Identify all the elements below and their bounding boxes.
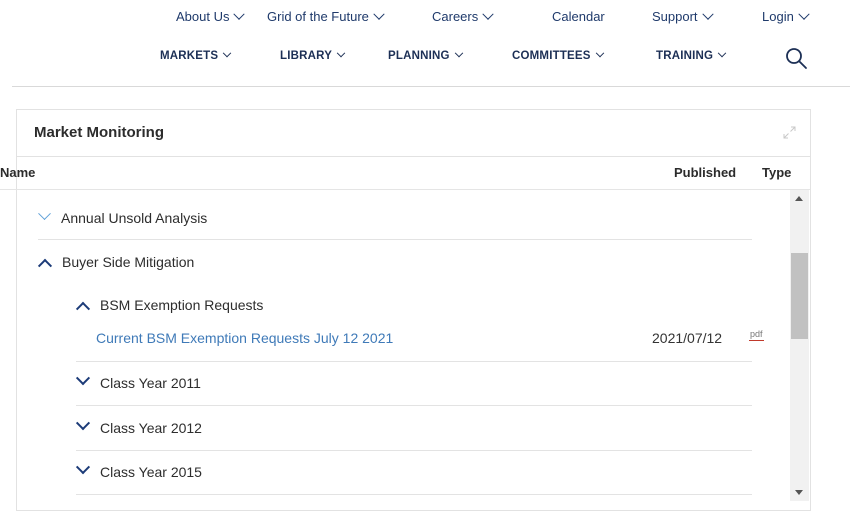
nav-markets-label: MARKETS xyxy=(160,50,219,62)
nav-library[interactable]: LIBRARY xyxy=(280,48,346,62)
chevron-down-icon xyxy=(223,48,232,58)
nav-divider xyxy=(12,86,850,87)
nav-support[interactable]: Support xyxy=(652,8,714,24)
column-name[interactable]: Name xyxy=(0,165,35,180)
panel-title: Market Monitoring xyxy=(34,124,164,141)
chevron-down-icon xyxy=(75,416,91,431)
tree-list: Annual Unsold Analysis Buyer Side Mitiga… xyxy=(0,190,790,501)
tree-item-bsm-exemption-requests[interactable]: BSM Exemption Requests xyxy=(75,297,264,316)
tree-item-label: Annual Unsold Analysis xyxy=(61,210,208,226)
nav-committees[interactable]: COMMITTEES xyxy=(512,48,604,62)
chevron-down-icon xyxy=(75,460,91,475)
row-divider xyxy=(76,450,752,451)
chevron-down-icon xyxy=(454,48,463,58)
tree-item-buyer-side-mitigation[interactable]: Buyer Side Mitigation xyxy=(37,254,195,273)
scroll-down-arrow-icon[interactable] xyxy=(795,490,803,495)
nav-login-label: Login xyxy=(762,9,794,24)
tree-item-label: BSM Exemption Requests xyxy=(100,297,264,313)
nav-committees-label: COMMITTEES xyxy=(512,50,591,62)
chevron-down-icon xyxy=(798,8,810,20)
chevron-down-icon xyxy=(701,8,714,20)
utility-nav: About Us Grid of the Future Careers Cale… xyxy=(0,0,850,36)
nav-library-label: LIBRARY xyxy=(280,50,333,62)
nav-careers[interactable]: Careers xyxy=(432,8,494,24)
tree-item-label: Buyer Side Mitigation xyxy=(62,254,195,270)
pdf-icon[interactable]: pdf xyxy=(749,329,764,341)
chevron-down-icon xyxy=(482,8,494,20)
row-divider xyxy=(76,405,752,406)
expand-icon[interactable] xyxy=(783,126,796,139)
scroll-up-arrow-icon[interactable] xyxy=(795,196,803,201)
nav-about-us[interactable]: About Us xyxy=(176,8,246,24)
tree-item-annual-unsold-analysis[interactable]: Annual Unsold Analysis xyxy=(38,207,208,226)
main-nav: MARKETS LIBRARY PLANNING COMMITTEES TRAI… xyxy=(0,36,850,82)
nav-careers-label: Careers xyxy=(432,9,479,24)
nav-support-label: Support xyxy=(652,9,698,24)
chevron-down-icon xyxy=(233,8,246,20)
nav-markets[interactable]: MARKETS xyxy=(160,48,232,62)
nav-training[interactable]: TRAINING xyxy=(656,48,727,62)
tree-item-class-year-2015[interactable]: Class Year 2015 xyxy=(75,460,202,480)
nav-login[interactable]: Login xyxy=(762,8,810,24)
chevron-up-icon xyxy=(75,301,91,316)
tree-item-class-year-2011[interactable]: Class Year 2011 xyxy=(75,371,201,391)
chevron-down-icon xyxy=(373,8,385,20)
row-divider xyxy=(76,361,752,362)
nav-grid-of-the-future[interactable]: Grid of the Future xyxy=(267,8,385,24)
tree-item-label: Class Year 2015 xyxy=(100,464,202,480)
nav-calendar-label: Calendar xyxy=(552,9,605,24)
scroll-thumb[interactable] xyxy=(791,253,808,339)
chevron-down-icon xyxy=(717,48,727,58)
chevron-down-icon xyxy=(336,48,346,58)
scrollbar[interactable] xyxy=(790,190,809,501)
tree-item-label: Class Year 2012 xyxy=(100,420,202,436)
nav-training-label: TRAINING xyxy=(656,50,714,62)
column-type[interactable]: Type xyxy=(762,165,791,180)
nav-calendar[interactable]: Calendar xyxy=(552,9,605,24)
nav-planning-label: PLANNING xyxy=(388,50,450,62)
tree-item-label: Class Year 2011 xyxy=(100,375,201,391)
nav-planning[interactable]: PLANNING xyxy=(388,48,463,62)
chevron-down-icon xyxy=(38,207,51,221)
nav-grid-label: Grid of the Future xyxy=(267,9,369,24)
chevron-down-icon xyxy=(595,48,604,58)
document-published-date: 2021/07/12 xyxy=(652,330,723,346)
chevron-down-icon xyxy=(75,371,91,386)
column-published[interactable]: Published xyxy=(674,165,736,180)
search-icon[interactable] xyxy=(784,46,808,70)
document-link[interactable]: Current BSM Exemption Requests July 12 2… xyxy=(96,330,393,346)
nav-about-us-label: About Us xyxy=(176,9,230,24)
table-header: Name Published Type xyxy=(0,155,810,190)
tree-item-class-year-2012[interactable]: Class Year 2012 xyxy=(75,416,202,436)
panel-header: Market Monitoring xyxy=(17,110,810,157)
row-divider xyxy=(76,494,752,495)
chevron-up-icon xyxy=(37,258,53,273)
row-divider xyxy=(38,239,752,240)
